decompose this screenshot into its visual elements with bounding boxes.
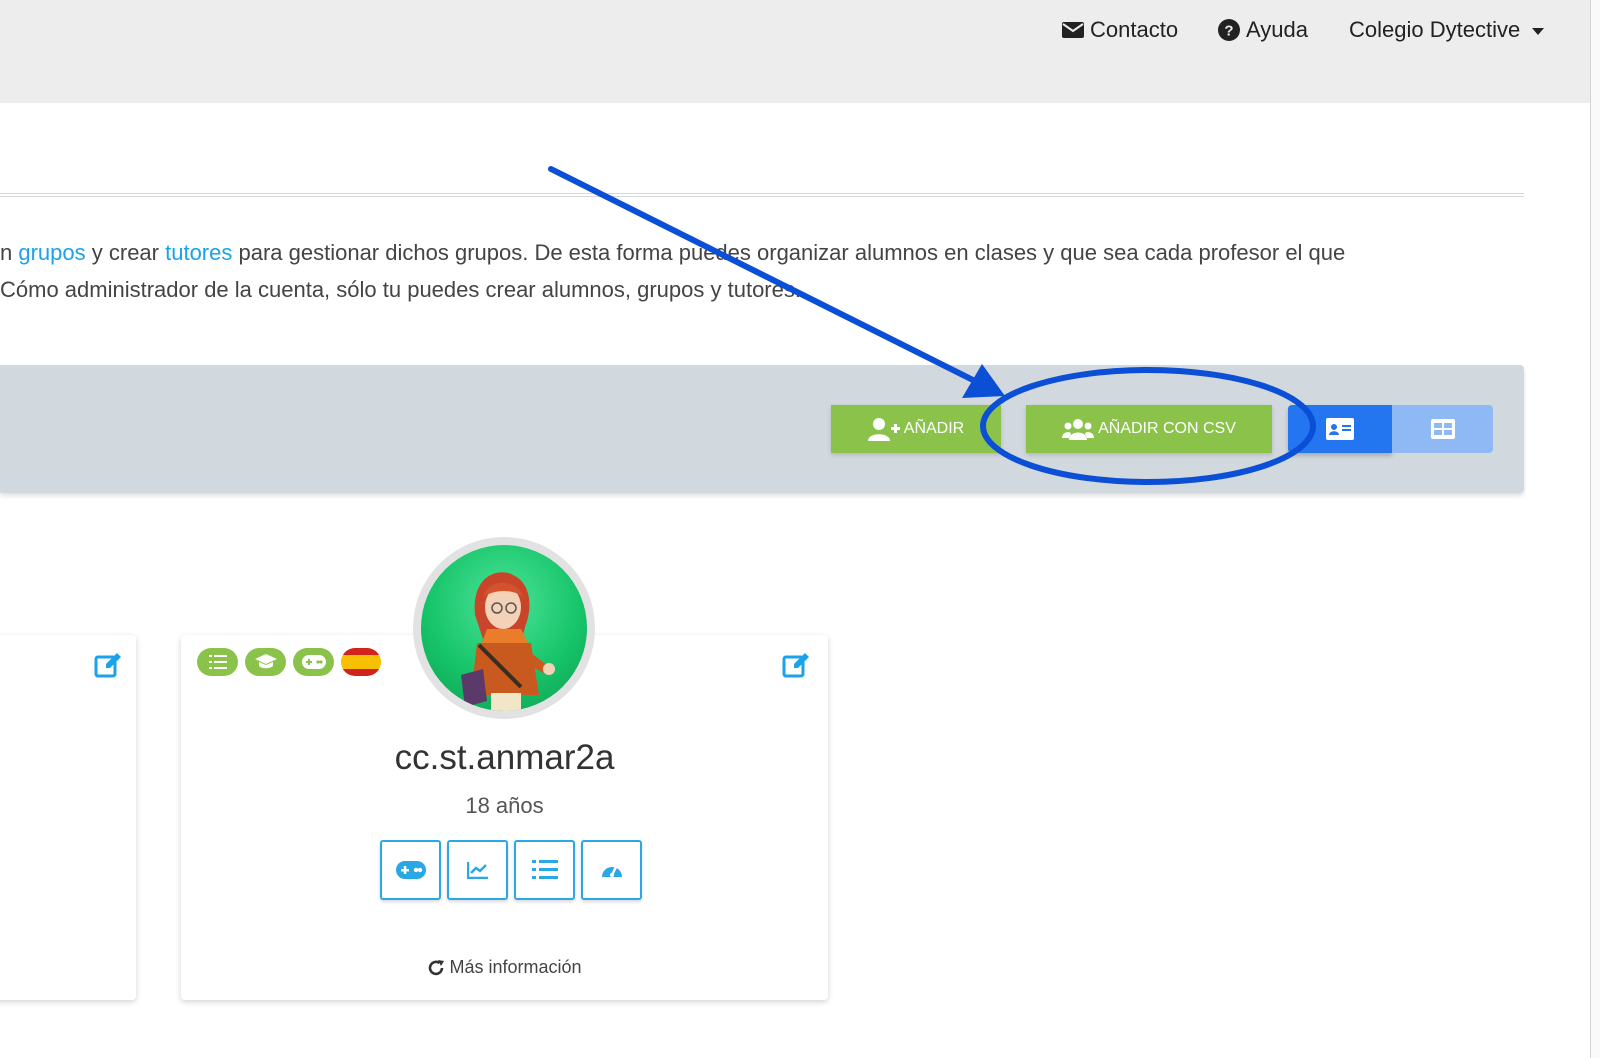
nav-help-label: Ayuda [1246, 17, 1308, 42]
students-toolbar: AÑADIR AÑADIR CON CSV [0, 365, 1524, 493]
section-divider [0, 193, 1524, 197]
groups-link[interactable]: grupos [18, 240, 85, 265]
student-badges [197, 648, 381, 676]
user-menu-label: Colegio Dytective [1349, 17, 1521, 42]
question-circle-icon: ? [1218, 19, 1240, 41]
more-info-link[interactable]: Más información [181, 957, 828, 978]
list-ol-icon [208, 655, 227, 669]
stats-button[interactable] [447, 840, 508, 900]
users-icon [1062, 419, 1095, 440]
nav-help[interactable]: ? Ayuda [1218, 14, 1308, 46]
refresh-icon [429, 959, 445, 975]
edit-icon[interactable] [782, 651, 810, 679]
more-info-label: Más información [449, 957, 582, 977]
character-avatar-image [461, 572, 555, 711]
chart-line-icon [466, 862, 488, 879]
envelope-icon [1062, 22, 1084, 38]
spain-flag-icon [341, 648, 381, 676]
nav-contact-label: Contacto [1090, 17, 1179, 42]
student-avatar [413, 537, 595, 719]
user-plus-icon [867, 418, 900, 441]
intro-line-2: Cómo administrador de la cuenta, sólo tu… [0, 277, 801, 302]
student-actions [380, 840, 642, 900]
add-student-button[interactable]: AÑADIR [831, 405, 1001, 453]
table-icon [1430, 419, 1455, 439]
dashboard-button[interactable] [581, 840, 642, 900]
add-csv-button[interactable]: AÑADIR CON CSV [1026, 405, 1272, 453]
edit-icon[interactable] [94, 651, 122, 679]
add-csv-label: AÑADIR CON CSV [1098, 420, 1236, 437]
intro-line-1: n grupos y crear tutores para gestionar … [0, 240, 1346, 265]
top-navbar: Contacto ? Ayuda Colegio Dytective [0, 0, 1590, 103]
exercises-button[interactable] [514, 840, 575, 900]
gamepad-icon [395, 861, 426, 879]
svg-text:?: ? [1224, 23, 1233, 40]
table-view-toggle[interactable] [1392, 405, 1493, 453]
tutors-link[interactable]: tutores [165, 240, 232, 265]
student-username: cc.st.anmar2a [394, 738, 615, 777]
student-card-partial [0, 635, 136, 1000]
student-age: 18 años [465, 793, 544, 818]
user-menu-dropdown[interactable]: Colegio Dytective [1349, 14, 1545, 46]
intro-text: n grupos y crear tutores para gestionar … [0, 234, 1560, 308]
graduation-badge [245, 648, 286, 676]
card-view-toggle[interactable] [1288, 405, 1392, 453]
games-button[interactable] [380, 840, 441, 900]
add-student-label: AÑADIR [903, 420, 965, 437]
tachometer-icon [601, 866, 622, 877]
nav-contact[interactable]: Contacto [1062, 14, 1178, 46]
window-edge [1590, 0, 1600, 1058]
graduation-cap-icon [254, 654, 277, 669]
game-badge [293, 648, 334, 676]
list-badge [197, 648, 238, 676]
id-card-icon [1326, 418, 1354, 440]
list-ol-icon [531, 860, 558, 879]
caret-down-icon [1532, 27, 1545, 35]
gamepad-icon [301, 655, 326, 669]
